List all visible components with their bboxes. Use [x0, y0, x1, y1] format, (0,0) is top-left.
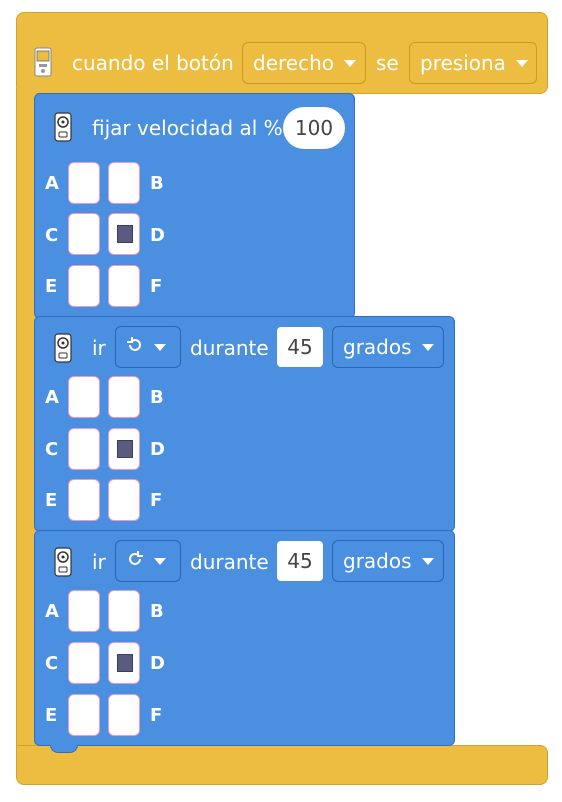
port-d-toggle[interactable]: [108, 213, 140, 255]
move-during-label: durante: [190, 550, 269, 574]
port-e-toggle[interactable]: [68, 265, 100, 307]
direction-dropdown[interactable]: [115, 326, 181, 368]
port-label-f: F: [150, 276, 163, 297]
port-f-toggle[interactable]: [108, 479, 140, 521]
port-label-f: F: [150, 490, 163, 511]
port-a-toggle[interactable]: [68, 590, 100, 632]
action-dropdown[interactable]: presiona: [409, 42, 537, 84]
port-c-toggle[interactable]: [68, 428, 100, 470]
rotate-ccw-icon: [126, 335, 144, 359]
port-c-toggle[interactable]: [68, 642, 100, 684]
port-e-toggle[interactable]: [68, 694, 100, 736]
chevron-down-icon: [421, 557, 434, 565]
port-label-c: C: [45, 225, 59, 246]
chevron-down-icon: [344, 59, 356, 67]
port-label-b: B: [150, 173, 164, 194]
rotate-cw-icon: [126, 549, 144, 573]
port-c-toggle[interactable]: [68, 213, 100, 255]
unit-dropdown-value: grados: [343, 335, 412, 359]
port-label-c: C: [45, 439, 59, 460]
degrees-input[interactable]: 45: [277, 541, 323, 581]
port-label-b: B: [150, 387, 164, 408]
port-a-toggle[interactable]: [68, 376, 100, 418]
set-speed-label: fijar velocidad al %: [92, 116, 283, 140]
port-label-d: D: [150, 439, 165, 460]
unit-dropdown[interactable]: grados: [332, 540, 444, 582]
unit-dropdown[interactable]: grados: [332, 326, 444, 368]
chevron-down-icon: [515, 59, 528, 67]
port-label-b: B: [150, 601, 164, 622]
port-b-toggle[interactable]: [108, 590, 140, 632]
move-go-label: ir: [92, 550, 106, 574]
hat-when-label: cuando el botón: [72, 51, 234, 75]
button-dropdown[interactable]: derecho: [242, 42, 366, 84]
port-b-toggle[interactable]: [108, 162, 140, 204]
port-label-a: A: [45, 387, 59, 408]
unit-dropdown-value: grados: [343, 549, 412, 573]
motor-icon: [54, 112, 72, 142]
event-hat-arm: [16, 88, 36, 758]
degrees-input[interactable]: 45: [277, 327, 323, 367]
button-dropdown-value: derecho: [253, 51, 334, 75]
port-b-toggle[interactable]: [108, 376, 140, 418]
port-label-d: D: [150, 653, 165, 674]
port-label-e: E: [45, 276, 58, 297]
event-hat-bottom: [16, 745, 548, 785]
port-label-e: E: [45, 490, 58, 511]
motor-icon: [54, 333, 72, 363]
port-d-toggle[interactable]: [108, 428, 140, 470]
move-during-label: durante: [190, 336, 269, 360]
chevron-down-icon: [154, 343, 166, 351]
block-notch: [50, 745, 78, 753]
motor-icon: [54, 547, 72, 577]
port-label-a: A: [45, 601, 59, 622]
port-f-toggle[interactable]: [108, 265, 140, 307]
port-f-toggle[interactable]: [108, 694, 140, 736]
port-label-f: F: [150, 705, 163, 726]
move-go-label: ir: [92, 336, 106, 360]
port-e-toggle[interactable]: [68, 479, 100, 521]
port-label-d: D: [150, 225, 165, 246]
port-d-toggle[interactable]: [108, 642, 140, 684]
hub-icon: [34, 47, 52, 77]
action-dropdown-value: presiona: [420, 51, 506, 75]
hat-se-label: se: [376, 51, 399, 75]
port-label-c: C: [45, 653, 59, 674]
direction-dropdown[interactable]: [115, 540, 181, 582]
chevron-down-icon: [421, 343, 434, 351]
port-a-toggle[interactable]: [68, 162, 100, 204]
port-label-a: A: [45, 173, 59, 194]
port-label-e: E: [45, 705, 58, 726]
chevron-down-icon: [154, 557, 166, 565]
speed-value-input[interactable]: 100: [283, 107, 345, 149]
